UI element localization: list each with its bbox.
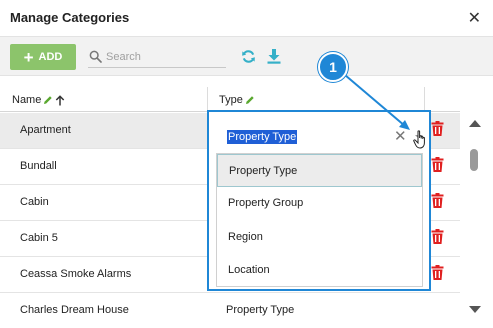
- close-icon[interactable]: ✕: [468, 8, 481, 28]
- scroll-down-icon[interactable]: [469, 306, 481, 313]
- dialog-titlebar: Manage Categories ✕: [0, 0, 493, 36]
- scroll-thumb[interactable]: [470, 149, 478, 171]
- hand-cursor-icon: [413, 130, 425, 149]
- trash-icon[interactable]: [431, 157, 444, 172]
- trash-icon[interactable]: [431, 229, 444, 244]
- scroll-up-icon[interactable]: [469, 120, 481, 127]
- type-dropdown-highlight-frame: Property Type ✕ Property Type Property G…: [207, 110, 431, 291]
- row-type: Property Type: [226, 304, 295, 316]
- dropdown-option[interactable]: Property Group: [217, 187, 422, 220]
- dropdown-option[interactable]: Region: [217, 221, 422, 254]
- toolbar: + ADD: [0, 36, 493, 76]
- refresh-icon[interactable]: [241, 49, 256, 64]
- row-name: Cabin 5: [20, 232, 58, 244]
- dropdown-option[interactable]: Location: [217, 254, 422, 287]
- column-type-label: Type: [219, 94, 243, 106]
- pencil-icon: [44, 96, 53, 104]
- download-icon[interactable]: [267, 49, 281, 64]
- table-row[interactable]: Charles Dream House Property Type: [0, 293, 460, 328]
- dropdown-option[interactable]: Property Type: [217, 154, 422, 187]
- column-header-type[interactable]: Type: [219, 94, 255, 106]
- search-box: [88, 46, 226, 68]
- vertical-scrollbar[interactable]: [463, 113, 485, 328]
- column-header-name[interactable]: Name: [12, 94, 65, 106]
- search-icon: [89, 50, 102, 63]
- row-name: Apartment: [20, 124, 71, 136]
- trash-icon[interactable]: [431, 121, 444, 136]
- type-options-list: Property Type Property Group Region Loca…: [216, 153, 423, 287]
- trash-icon[interactable]: [431, 265, 444, 280]
- column-divider: [424, 87, 425, 112]
- callout-number-badge: 1: [318, 52, 348, 82]
- type-select[interactable]: Property Type ✕: [216, 118, 423, 154]
- row-name: Cabin: [20, 196, 49, 208]
- row-name: Ceassa Smoke Alarms: [20, 268, 132, 280]
- sort-up-icon[interactable]: [55, 94, 65, 106]
- clear-icon[interactable]: ✕: [394, 127, 407, 145]
- pencil-icon: [245, 96, 254, 104]
- add-button-label: ADD: [38, 51, 63, 63]
- search-input[interactable]: [106, 50, 216, 63]
- type-select-value[interactable]: Property Type: [227, 130, 298, 144]
- plus-icon: +: [23, 47, 34, 67]
- add-button[interactable]: + ADD: [10, 44, 76, 70]
- dialog-title: Manage Categories: [10, 10, 130, 25]
- row-name: Charles Dream House: [20, 304, 129, 316]
- column-divider: [207, 87, 208, 112]
- row-name: Bundall: [20, 160, 57, 172]
- grid-header: Name Type: [0, 87, 460, 112]
- column-name-label: Name: [12, 94, 42, 106]
- trash-icon[interactable]: [431, 193, 444, 208]
